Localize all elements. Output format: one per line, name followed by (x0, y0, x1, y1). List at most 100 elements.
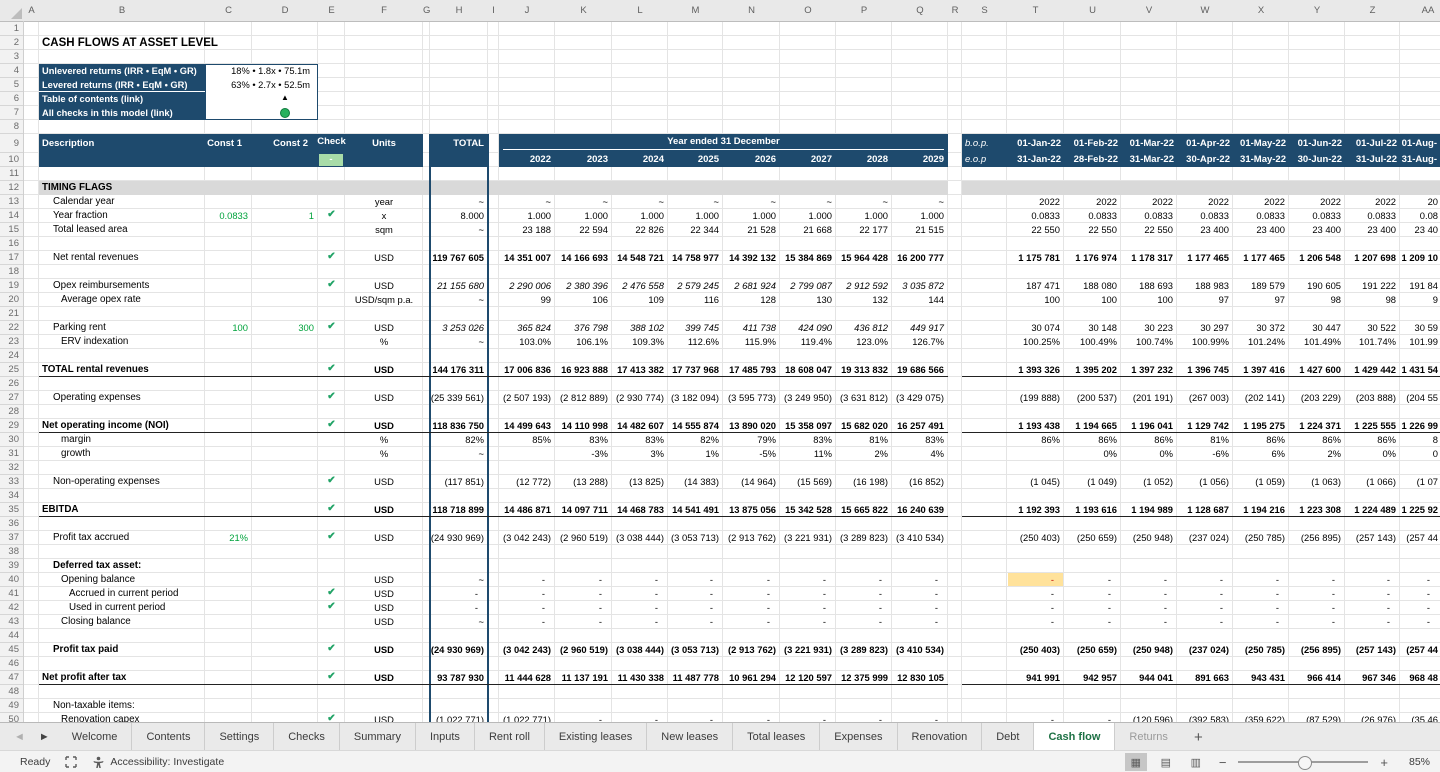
cell-D22[interactable]: 300 (252, 321, 314, 335)
cell-H23[interactable]: ~ (430, 335, 484, 349)
cell-V45[interactable]: (250 948) (1121, 643, 1173, 657)
cell-H30[interactable]: 82% (430, 433, 484, 447)
cell-Z23[interactable]: 101.74% (1345, 335, 1396, 349)
cell-Y22[interactable]: 30 447 (1289, 321, 1341, 335)
cell-M22[interactable]: 399 745 (668, 321, 719, 335)
cell-AA45[interactable]: (257 44 (1400, 643, 1438, 657)
cell-W17[interactable]: 1 177 465 (1177, 251, 1229, 265)
cell-units-23[interactable]: % (345, 335, 423, 349)
cell-X20[interactable]: 97 (1233, 293, 1285, 307)
cell-X33[interactable]: (1 059) (1233, 475, 1285, 489)
cell-K14[interactable]: 1.000 (555, 209, 608, 223)
sheet-tab-checks[interactable]: Checks (274, 723, 340, 751)
cell-AA37[interactable]: (257 44 (1400, 531, 1438, 545)
cell-Z20[interactable]: 98 (1345, 293, 1396, 307)
cell-K29[interactable]: 14 110 998 (555, 419, 608, 433)
row-header-4[interactable]: 4 (0, 64, 23, 78)
cell-M13[interactable]: ~ (668, 195, 719, 209)
cell-units-40[interactable]: USD (345, 573, 423, 587)
cell-V47[interactable]: 944 041 (1121, 671, 1173, 685)
cell-O41[interactable]: - (780, 587, 826, 601)
sheet-tab-total-leases[interactable]: Total leases (733, 723, 820, 751)
cell-O33[interactable]: (15 569) (780, 475, 832, 489)
cell-K20[interactable]: 106 (555, 293, 608, 307)
cell-J13[interactable]: ~ (499, 195, 551, 209)
row-header-46[interactable]: 46 (0, 657, 23, 671)
cell-Q30[interactable]: 83% (892, 433, 944, 447)
cell-W45[interactable]: (237 024) (1177, 643, 1229, 657)
sheet-tab-existing-leases[interactable]: Existing leases (545, 723, 647, 751)
cell-O22[interactable]: 424 090 (780, 321, 832, 335)
row-header-39[interactable]: 39 (0, 559, 23, 573)
cell-L31[interactable]: 3% (612, 447, 664, 461)
check-summary-cell[interactable]: - (319, 154, 343, 166)
cell-P22[interactable]: 436 812 (836, 321, 888, 335)
cell-W35[interactable]: 1 128 687 (1177, 503, 1229, 517)
zoom-slider-thumb[interactable] (1298, 756, 1312, 770)
cell-J50[interactable]: (1 022 771) (499, 713, 551, 722)
cell-W43[interactable]: - (1177, 615, 1223, 629)
row-header-6[interactable]: 6 (0, 92, 23, 106)
cell-units-47[interactable]: USD (345, 671, 423, 685)
cell-M41[interactable]: - (668, 587, 713, 601)
cell-T42[interactable]: - (1007, 601, 1054, 615)
cell-AA14[interactable]: 0.08 (1400, 209, 1438, 223)
cell-Q43[interactable]: - (892, 615, 938, 629)
cell-units-37[interactable]: USD (345, 531, 423, 545)
cell-Y50[interactable]: (87 529) (1289, 713, 1341, 722)
cell-Z14[interactable]: 0.0833 (1345, 209, 1396, 223)
cell-M40[interactable]: - (668, 573, 713, 587)
cell-O50[interactable]: - (780, 713, 826, 722)
sheet-tab-welcome[interactable]: Welcome (58, 723, 133, 751)
cell-V40[interactable]: - (1121, 573, 1167, 587)
cell-V37[interactable]: (250 948) (1121, 531, 1173, 545)
column-header-K[interactable]: K (555, 0, 613, 22)
cell-W40[interactable]: - (1177, 573, 1223, 587)
column-header-Q[interactable]: Q (892, 0, 949, 22)
cell-Q40[interactable]: - (892, 573, 938, 587)
cell-X17[interactable]: 1 177 465 (1233, 251, 1285, 265)
row-header-9[interactable]: 9 (0, 134, 23, 153)
cell-U19[interactable]: 188 080 (1064, 279, 1117, 293)
row-header-8[interactable]: 8 (0, 120, 23, 134)
cell-Y13[interactable]: 2022 (1289, 195, 1341, 209)
column-header-W[interactable]: W (1177, 0, 1234, 22)
column-header-R[interactable]: R (948, 0, 963, 22)
cell-units-15[interactable]: sqm (345, 223, 423, 237)
cell-O20[interactable]: 130 (780, 293, 832, 307)
cell-H13[interactable]: ~ (430, 195, 484, 209)
cell-AA15[interactable]: 23 40 (1400, 223, 1438, 237)
cell-units-41[interactable]: USD (345, 587, 423, 601)
cell-M27[interactable]: (3 182 094) (668, 391, 719, 405)
row-header-19[interactable]: 19 (0, 279, 23, 293)
cell-AA33[interactable]: (1 07 (1400, 475, 1438, 489)
cell-L17[interactable]: 14 548 721 (612, 251, 664, 265)
cell-Q19[interactable]: 3 035 872 (892, 279, 944, 293)
cell-C14[interactable]: 0.0833 (205, 209, 248, 223)
sheet-tab-cash-flow[interactable]: Cash flow (1034, 723, 1115, 751)
cell-K19[interactable]: 2 380 396 (555, 279, 608, 293)
cell-H50[interactable]: (1 022 771) (430, 713, 484, 722)
cell-U20[interactable]: 100 (1064, 293, 1117, 307)
cell-Z43[interactable]: - (1345, 615, 1390, 629)
cell-units-22[interactable]: USD (345, 321, 423, 335)
row-label-39[interactable]: Deferred tax asset: (53, 559, 141, 573)
cell-N37[interactable]: (2 913 762) (723, 531, 776, 545)
cell-O42[interactable]: - (780, 601, 826, 615)
cell-U47[interactable]: 942 957 (1064, 671, 1117, 685)
cell-P23[interactable]: 123.0% (836, 335, 888, 349)
cell-H31[interactable]: ~ (430, 447, 484, 461)
cell-W41[interactable]: - (1177, 587, 1223, 601)
sheet-tab-new-leases[interactable]: New leases (647, 723, 733, 751)
cell-P43[interactable]: - (836, 615, 882, 629)
cell-V31[interactable]: 0% (1121, 447, 1173, 461)
column-header-AA[interactable]: AA (1400, 0, 1440, 22)
cell-J37[interactable]: (3 042 243) (499, 531, 551, 545)
cell-L23[interactable]: 109.3% (612, 335, 664, 349)
cell-J14[interactable]: 1.000 (499, 209, 551, 223)
cell-H29[interactable]: 118 836 750 (430, 419, 484, 433)
cell-J47[interactable]: 11 444 628 (499, 671, 551, 685)
cell-Z45[interactable]: (257 143) (1345, 643, 1396, 657)
cell-Y27[interactable]: (203 229) (1289, 391, 1341, 405)
summary-row-label[interactable]: Levered returns (IRR • EqM • GR) (42, 78, 202, 92)
